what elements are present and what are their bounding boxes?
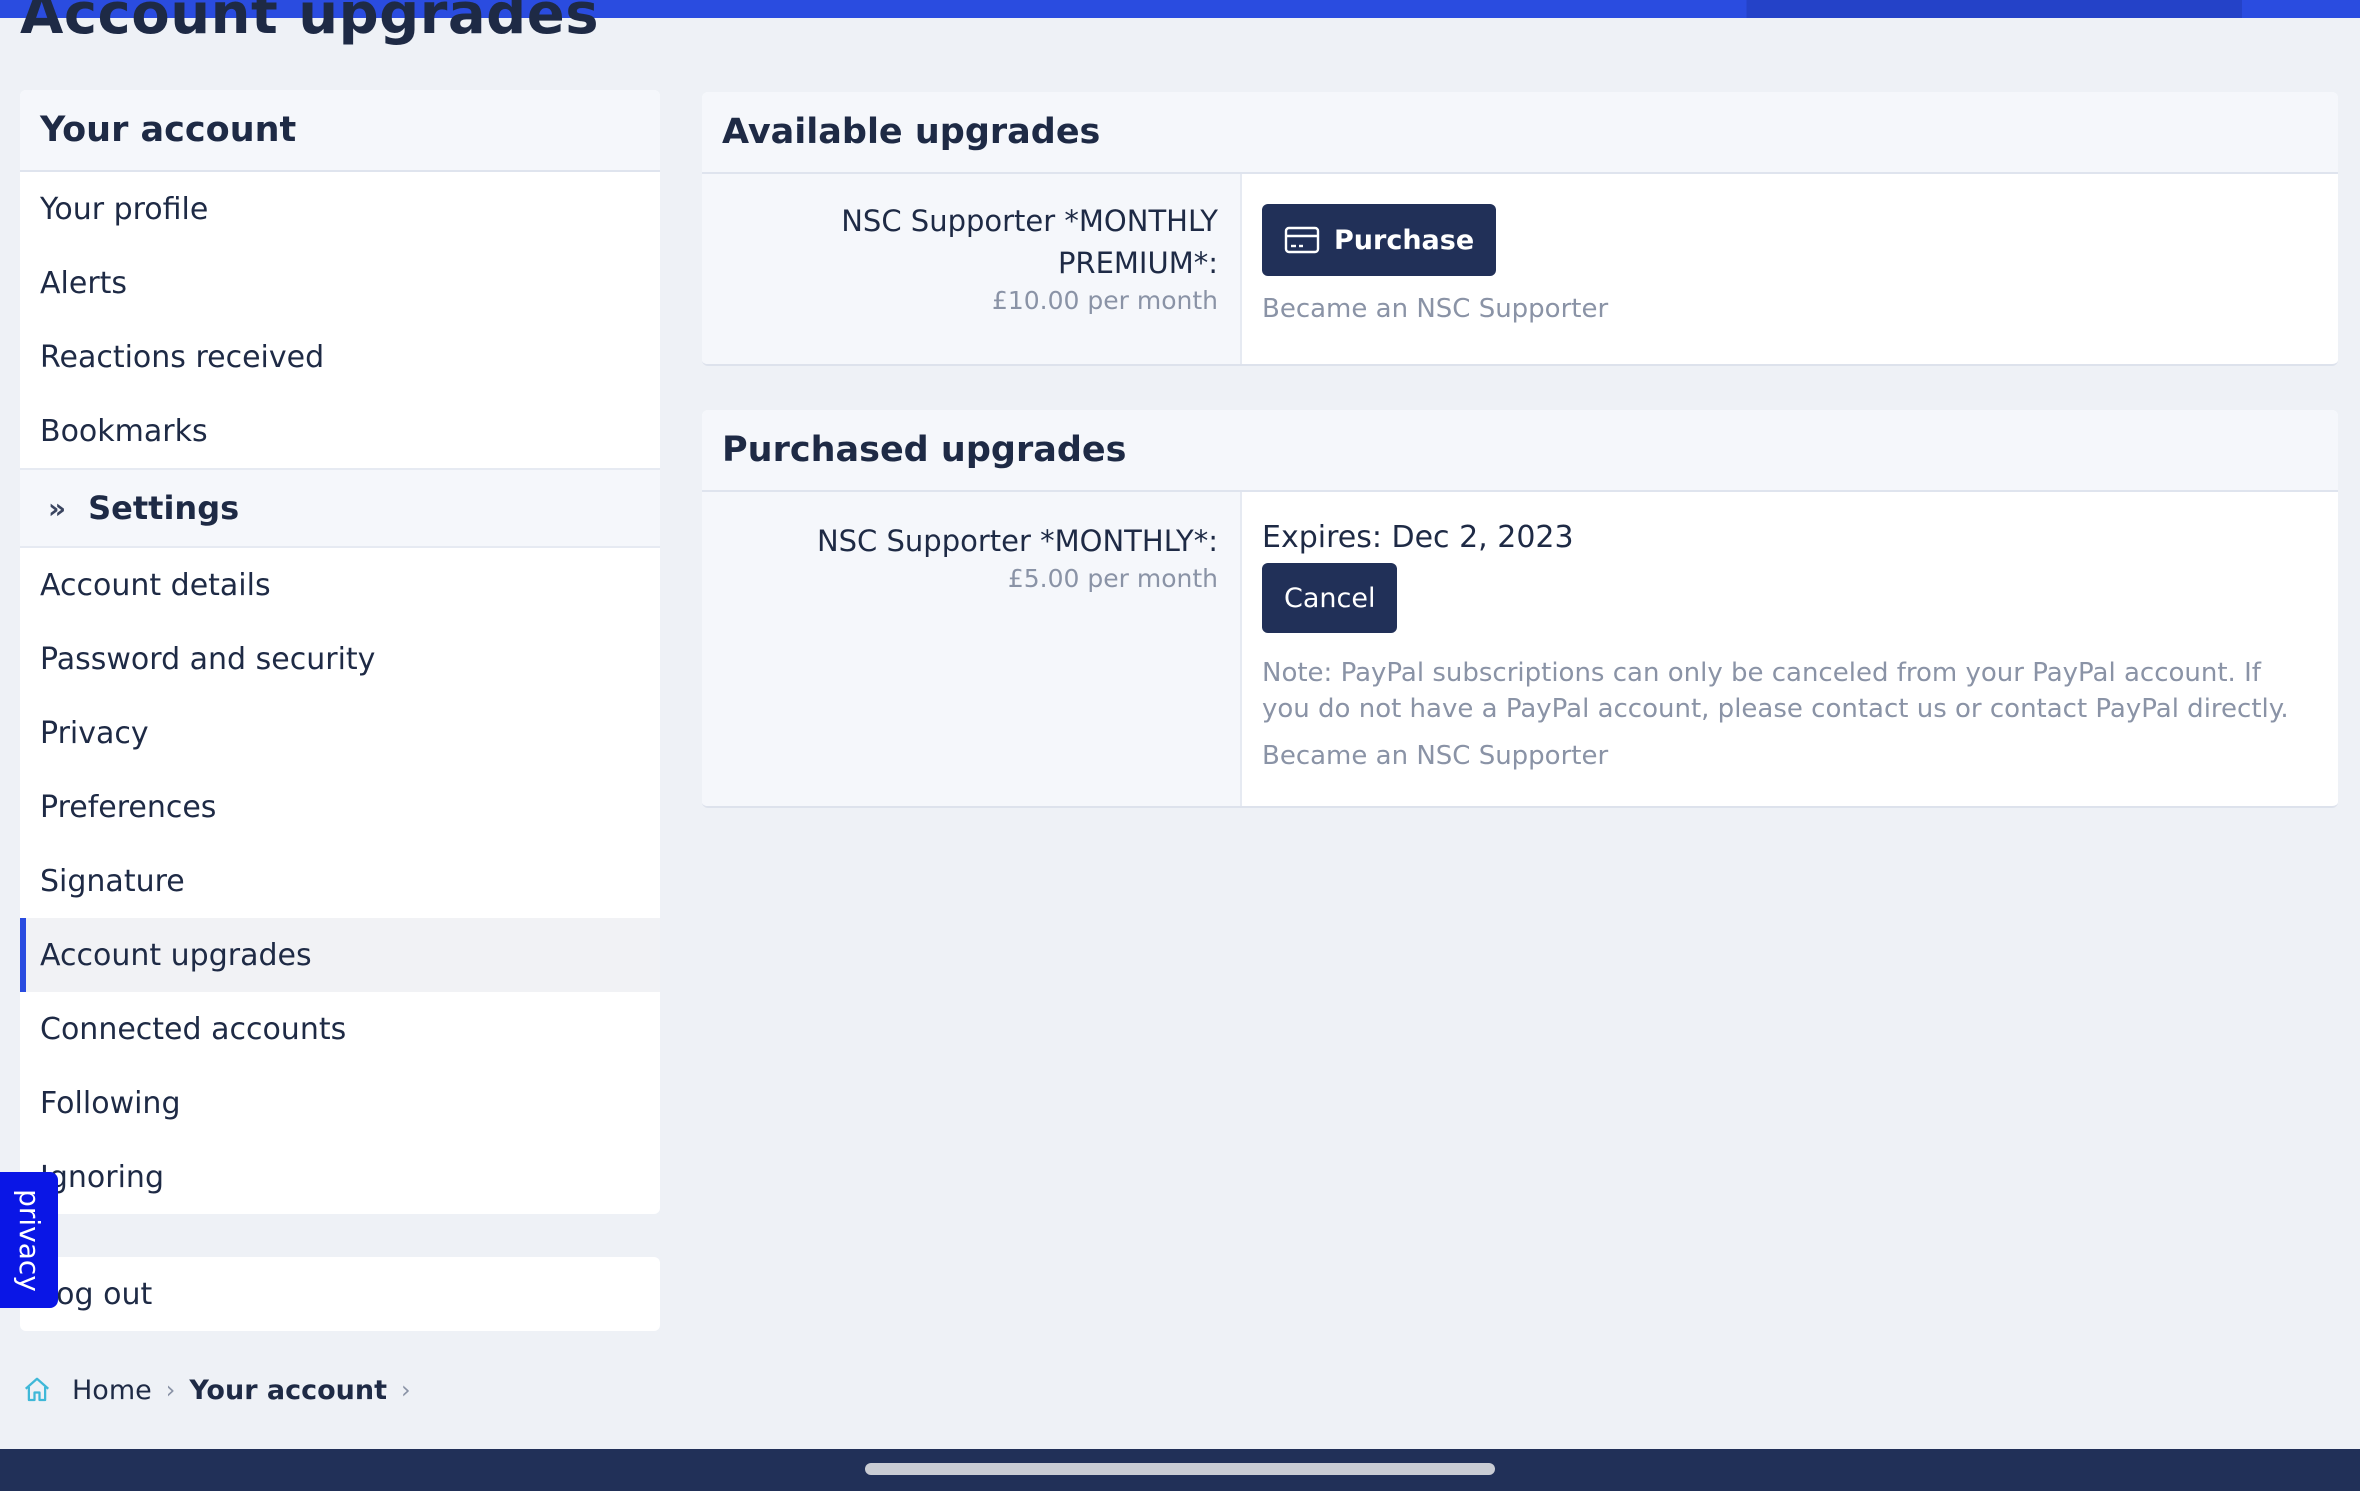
breadcrumb-home[interactable]: Home xyxy=(72,1375,152,1406)
sidebar-item-ignoring[interactable]: Ignoring xyxy=(20,1140,660,1214)
available-upgrades-header: Available upgrades xyxy=(702,92,2338,174)
breadcrumb: Home › Your account › xyxy=(22,1370,425,1410)
purchased-upgrades-panel: Purchased upgrades NSC Supporter *MONTHL… xyxy=(702,410,2338,808)
upgrade-price: £10.00 per month xyxy=(991,286,1218,315)
account-sidebar: Your account Your profile Alerts Reactio… xyxy=(20,90,660,1214)
privacy-tab-button[interactable]: privacy xyxy=(0,1172,58,1308)
horizontal-scrollbar[interactable] xyxy=(865,1463,1495,1475)
purchased-label-column: NSC Supporter *MONTHLY*: £5.00 per month xyxy=(702,492,1242,806)
sidebar-item-following[interactable]: Following xyxy=(20,1066,660,1140)
sidebar-item-account-details[interactable]: Account details xyxy=(20,548,660,622)
chevron-right-icon: › xyxy=(165,1376,176,1404)
purchased-description: Became an NSC Supporter xyxy=(1262,741,1609,771)
sidebar-item-signature[interactable]: Signature xyxy=(20,844,660,918)
paypal-note: Note: PayPal subscriptions can only be c… xyxy=(1262,658,2289,724)
upgrade-row: NSC Supporter *MONTHLY PREMIUM*: £10.00 … xyxy=(702,174,2338,364)
purchased-upgrades-header: Purchased upgrades xyxy=(702,410,2338,492)
sidebar-section-label: Settings xyxy=(88,489,240,527)
purchase-button-label: Purchase xyxy=(1334,224,1475,256)
privacy-tab-label: privacy xyxy=(12,1188,46,1292)
sidebar-item-your-profile[interactable]: Your profile xyxy=(20,172,660,246)
page-title: Account upgrades xyxy=(20,0,600,47)
breadcrumb-your-account[interactable]: Your account xyxy=(189,1375,387,1406)
sidebar-header: Your account xyxy=(20,90,660,172)
cancel-button[interactable]: Cancel xyxy=(1262,563,1398,633)
purchased-value-column: Expires: Dec 2, 2023 Cancel Note: PayPal… xyxy=(1242,492,2338,806)
upgrade-description: Became an NSC Supporter xyxy=(1262,294,1609,324)
expiry-date: Expires: Dec 2, 2023 xyxy=(1262,520,1574,555)
purchase-button[interactable]: Purchase xyxy=(1262,204,1497,276)
sidebar-item-connected-accounts[interactable]: Connected accounts xyxy=(20,992,660,1066)
sidebar-item-alerts[interactable]: Alerts xyxy=(20,246,660,320)
home-icon xyxy=(25,1377,49,1402)
purchased-title: NSC Supporter *MONTHLY*: xyxy=(816,524,1218,558)
upgrade-value-column: Purchase Became an NSC Supporter xyxy=(1242,174,2338,364)
sidebar-item-account-upgrades[interactable]: Account upgrades xyxy=(20,918,660,992)
sidebar-item-privacy[interactable]: Privacy xyxy=(20,696,660,770)
upgrade-title: NSC Supporter *MONTHLY PREMIUM*: xyxy=(841,204,1218,280)
chevron-right-icon: › xyxy=(401,1376,411,1404)
purchased-row: NSC Supporter *MONTHLY*: £5.00 per month… xyxy=(702,492,2338,806)
sidebar-section-settings[interactable]: » Settings xyxy=(20,468,660,548)
sidebar-item-password-security[interactable]: Password and security xyxy=(20,622,660,696)
available-upgrades-panel: Available upgrades NSC Supporter *MONTHL… xyxy=(702,92,2338,366)
sidebar-item-preferences[interactable]: Preferences xyxy=(20,770,660,844)
sidebar-item-bookmarks[interactable]: Bookmarks xyxy=(20,394,660,468)
sidebar-item-reactions-received[interactable]: Reactions received xyxy=(20,320,660,394)
double-chevron-icon: » xyxy=(48,491,67,525)
upgrade-label-column: NSC Supporter *MONTHLY PREMIUM*: £10.00 … xyxy=(702,174,1242,364)
credit-card-icon xyxy=(1284,226,1320,254)
purchased-price: £5.00 per month xyxy=(1007,564,1218,593)
logout-link[interactable]: Log out xyxy=(20,1257,660,1331)
